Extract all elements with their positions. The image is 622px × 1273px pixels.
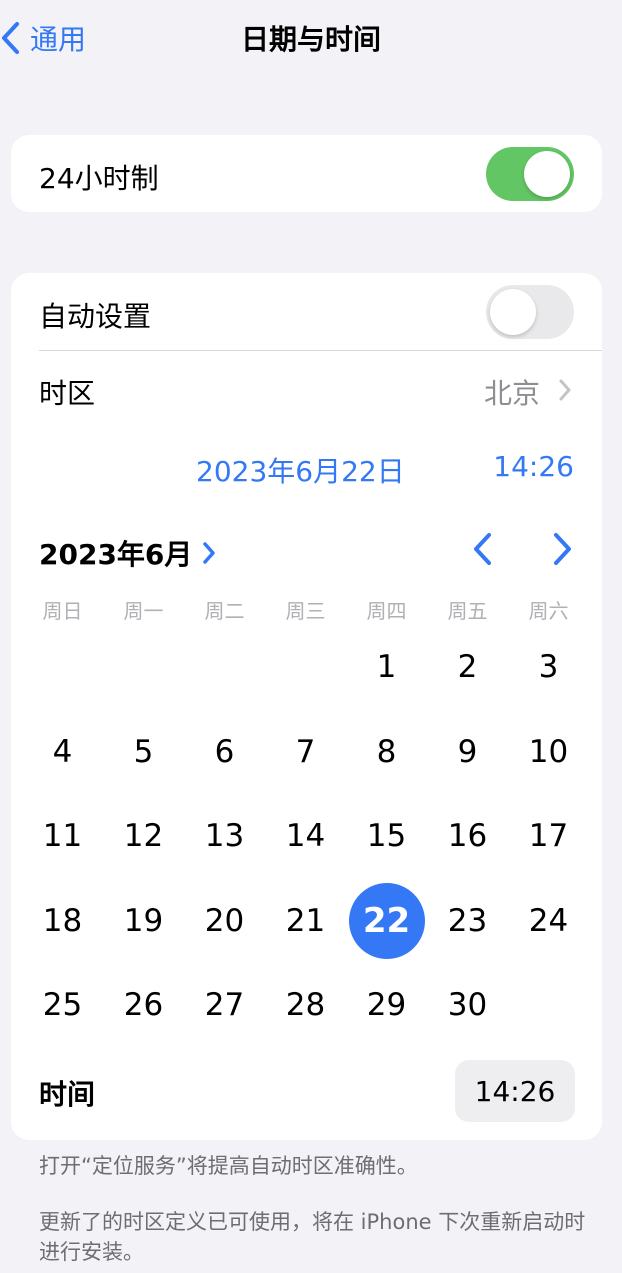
calendar-day[interactable]: 30: [427, 963, 508, 1048]
previous-month-button[interactable]: [471, 531, 495, 567]
selected-date[interactable]: 2023年6月22日: [196, 450, 405, 490]
day-number: 26: [123, 987, 164, 1024]
calendar-day[interactable]: 12: [103, 794, 184, 879]
chevron-right-icon: [559, 379, 571, 401]
calendar-day[interactable]: 9: [427, 710, 508, 795]
next-month-button[interactable]: [550, 531, 574, 567]
weekday-label: 周五: [447, 599, 488, 623]
calendar-day[interactable]: 11: [22, 794, 103, 879]
date-time-card: 自动设置 时区 北京 2023年6月22日 14:26 2023年6月 周日 周一…: [11, 273, 602, 1140]
day-number: 4: [52, 733, 73, 770]
chevron-right-icon: [203, 542, 216, 564]
24-hour-label: 24小时制: [39, 162, 159, 195]
time-label: 时间: [39, 1078, 96, 1111]
weekday-label: 周六: [528, 599, 569, 623]
day-number: 10: [528, 733, 569, 770]
toggle-knob: [524, 151, 570, 197]
selected-day[interactable]: 22: [346, 879, 427, 964]
empty-day-cell: [103, 625, 184, 710]
weekday-label: 周四: [366, 599, 407, 623]
calendar-day[interactable]: 25: [22, 963, 103, 1048]
day-number: 29: [366, 987, 407, 1024]
toggle-knob: [490, 289, 536, 335]
day-number: 11: [42, 818, 83, 855]
format-card: 24小时制: [11, 135, 602, 212]
calendar-day[interactable]: 27: [184, 963, 265, 1048]
weekday-label: 周一: [123, 599, 164, 623]
calendar-day[interactable]: 18: [22, 879, 103, 964]
day-number: 21: [285, 902, 326, 939]
update-footnote: 更新了的时区定义已可使用，将在 iPhone 下次重新启动时进行安装。: [39, 1210, 586, 1264]
calendar-day[interactable]: 28: [265, 963, 346, 1048]
day-number: 9: [457, 733, 478, 770]
calendar-day[interactable]: 19: [103, 879, 184, 964]
weekday-label: 周日: [42, 599, 83, 623]
day-number: 19: [123, 902, 164, 939]
day-number: 16: [447, 818, 488, 855]
calendar-day[interactable]: 15: [346, 794, 427, 879]
month-year-label: 2023年6月: [39, 538, 193, 571]
day-number: 18: [42, 902, 83, 939]
day-number: 25: [42, 987, 83, 1024]
day-number: 14: [285, 818, 326, 855]
empty-day-cell: [265, 625, 346, 710]
day-number: 6: [214, 733, 235, 770]
calendar-day[interactable]: 3: [508, 625, 589, 710]
time-picker-button[interactable]: 14:26: [455, 1060, 575, 1122]
day-number: 8: [376, 733, 397, 770]
empty-day-cell: [184, 625, 265, 710]
selected-time[interactable]: 14:26: [493, 450, 574, 483]
calendar-day[interactable]: 21: [265, 879, 346, 964]
day-number: 12: [123, 818, 164, 855]
empty-day-cell: [22, 625, 103, 710]
day-number: 15: [366, 818, 407, 855]
calendar-day[interactable]: 6: [184, 710, 265, 795]
calendar-day[interactable]: 10: [508, 710, 589, 795]
calendar-day[interactable]: 23: [427, 879, 508, 964]
calendar-day[interactable]: 7: [265, 710, 346, 795]
location-footnote: 打开“定位服务”将提高自动时区准确性。: [39, 1154, 418, 1178]
calendar-day[interactable]: 17: [508, 794, 589, 879]
navigation-bar: 通用 日期与时间: [0, 0, 622, 76]
divider: [39, 350, 602, 351]
calendar-day[interactable]: 13: [184, 794, 265, 879]
calendar-day[interactable]: 26: [103, 963, 184, 1048]
calendar-day[interactable]: 8: [346, 710, 427, 795]
day-number: 5: [133, 733, 154, 770]
auto-set-label: 自动设置: [39, 300, 152, 333]
calendar-grid: 1 2 3 4 5 6 7 8 9 10 11 12 13 14 15 16 17 18 19 20 21 22 23 24 2…: [22, 625, 589, 1048]
timezone-value[interactable]: 北京: [484, 372, 540, 412]
weekday-label: 周三: [285, 599, 326, 623]
day-number: 17: [528, 818, 569, 855]
day-number: 24: [528, 902, 569, 939]
calendar-day[interactable]: 1: [346, 625, 427, 710]
calendar-day[interactable]: 20: [184, 879, 265, 964]
weekday-label: 周二: [204, 599, 245, 623]
day-number: 22: [348, 882, 425, 959]
calendar-day[interactable]: 16: [427, 794, 508, 879]
24-hour-toggle[interactable]: [486, 147, 574, 201]
calendar-day[interactable]: 4: [22, 710, 103, 795]
calendar-day[interactable]: 5: [103, 710, 184, 795]
day-number: 7: [295, 733, 316, 770]
calendar-day[interactable]: 2: [427, 625, 508, 710]
day-number: 2: [457, 649, 478, 686]
day-number: 13: [204, 818, 245, 855]
month-year-button[interactable]: 2023年6月: [39, 533, 216, 573]
day-number: 23: [447, 902, 488, 939]
day-number: 3: [538, 649, 559, 686]
day-number: 28: [285, 987, 326, 1024]
calendar-day[interactable]: 14: [265, 794, 346, 879]
calendar-day[interactable]: 24: [508, 879, 589, 964]
weekday-header: 周日 周一 周二 周三 周四 周五 周六: [22, 595, 589, 624]
day-number: 30: [447, 987, 488, 1024]
day-number: 27: [204, 987, 245, 1024]
auto-set-toggle[interactable]: [486, 285, 574, 339]
day-number: 1: [376, 649, 397, 686]
day-number: 20: [204, 902, 245, 939]
calendar-day[interactable]: 29: [346, 963, 427, 1048]
page-title: 日期与时间: [240, 23, 381, 56]
timezone-label: 时区: [39, 377, 96, 410]
